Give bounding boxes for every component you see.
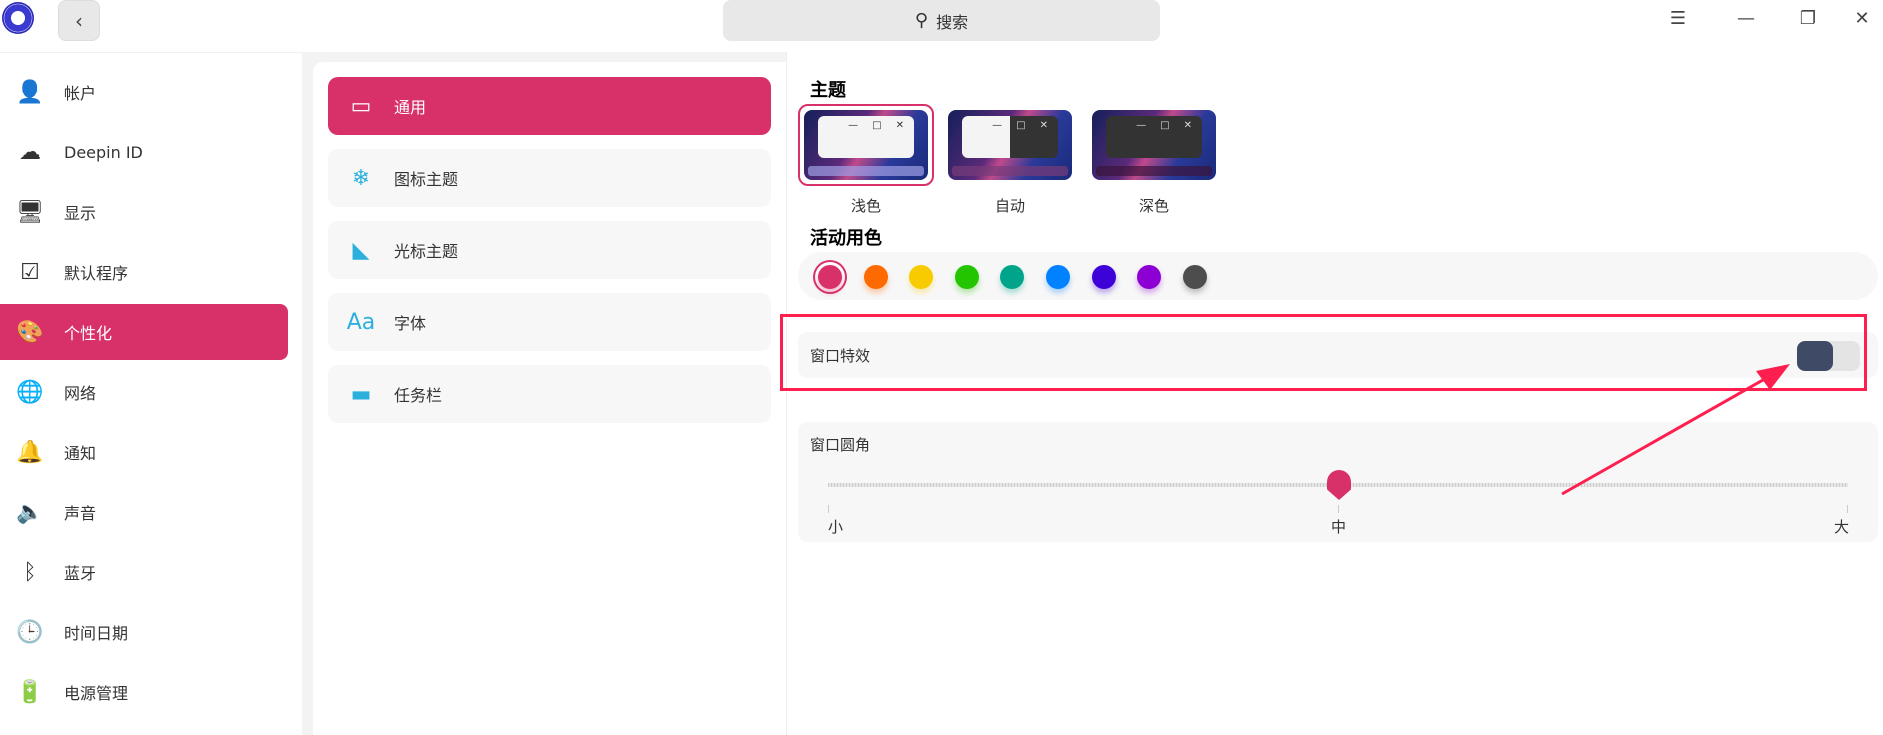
annotation-arrow (1561, 364, 1790, 496)
